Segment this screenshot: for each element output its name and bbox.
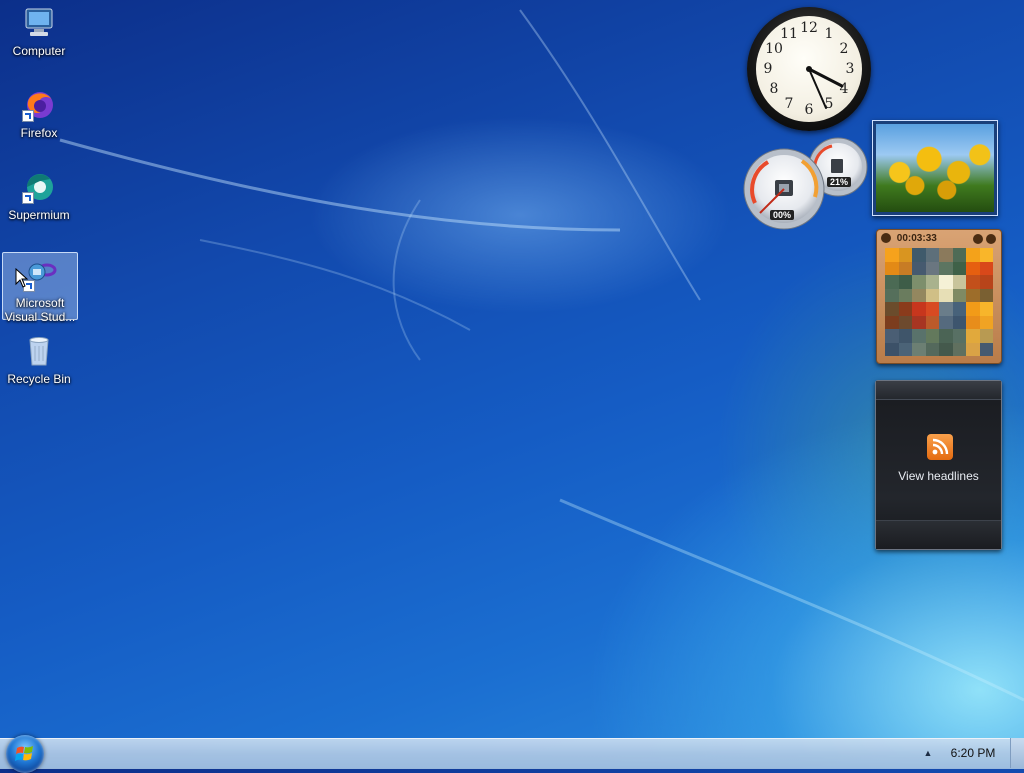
desktop-icon-supermium[interactable]: Supermium xyxy=(2,170,76,222)
puzzle-picture-icon[interactable] xyxy=(986,234,996,244)
clock-hands xyxy=(806,66,844,109)
show-desktop-button[interactable] xyxy=(1010,738,1024,768)
feed-top-band xyxy=(876,381,1001,400)
shortcut-arrow-icon xyxy=(22,192,34,204)
taskbar-clock[interactable]: 6:20 PM xyxy=(944,738,1002,768)
show-hidden-icons-button[interactable]: ▲ xyxy=(921,746,935,760)
puzzle-back-icon[interactable] xyxy=(881,233,891,244)
puzzle-grid[interactable] xyxy=(885,248,993,356)
memory-percent-label: 21% xyxy=(827,177,852,187)
icon-label: Firefox xyxy=(20,126,58,140)
slideshow-photo xyxy=(876,124,994,212)
start-button[interactable] xyxy=(6,735,44,773)
puzzle-toolbar: 00:03:33 xyxy=(881,232,997,246)
supermium-icon xyxy=(22,170,56,204)
firefox-icon xyxy=(22,88,56,122)
recycle-bin-icon xyxy=(22,334,56,368)
windows-logo-icon xyxy=(15,746,33,761)
picture-puzzle-gadget[interactable]: 00:03:33 xyxy=(876,229,1002,364)
clock-face: 12 1 2 3 4 5 6 7 8 9 10 11 xyxy=(756,16,862,122)
desktop-icon-computer[interactable]: Computer xyxy=(2,6,76,58)
view-headlines-link[interactable]: View headlines xyxy=(876,469,1001,483)
puzzle-timer: 00:03:33 xyxy=(896,233,937,244)
icon-label: Computer xyxy=(12,44,66,58)
desktop-icon-visual-studio[interactable]: Microsoft Visual Stud... xyxy=(2,252,78,324)
wallpaper-streaks xyxy=(59,9,1024,702)
rss-icon xyxy=(927,434,953,460)
puzzle-help-icon[interactable] xyxy=(973,234,983,244)
mouse-cursor-icon xyxy=(15,268,29,288)
feed-bottom-band xyxy=(876,520,1001,549)
icon-label: Recycle Bin xyxy=(7,372,71,386)
icon-label-line2: Visual Stud... xyxy=(4,310,76,324)
shortcut-arrow-icon xyxy=(22,110,34,122)
taskbar xyxy=(0,738,1024,769)
slideshow-gadget[interactable] xyxy=(872,120,998,216)
desktop-icon-recycle-bin[interactable]: Recycle Bin xyxy=(2,334,76,386)
icon-label-line1: Microsoft xyxy=(15,296,65,310)
desktop-icon-firefox[interactable]: Firefox xyxy=(2,88,76,140)
cpu-meter-gadget[interactable]: 00% 21% xyxy=(742,137,868,231)
clock-gadget[interactable]: 12 1 2 3 4 5 6 7 8 9 10 11 xyxy=(747,7,871,131)
feed-headlines-gadget[interactable]: View headlines xyxy=(875,380,1002,550)
icon-label: Supermium xyxy=(8,208,70,222)
computer-icon xyxy=(22,6,56,40)
cpu-percent-label: 00% xyxy=(770,210,795,220)
